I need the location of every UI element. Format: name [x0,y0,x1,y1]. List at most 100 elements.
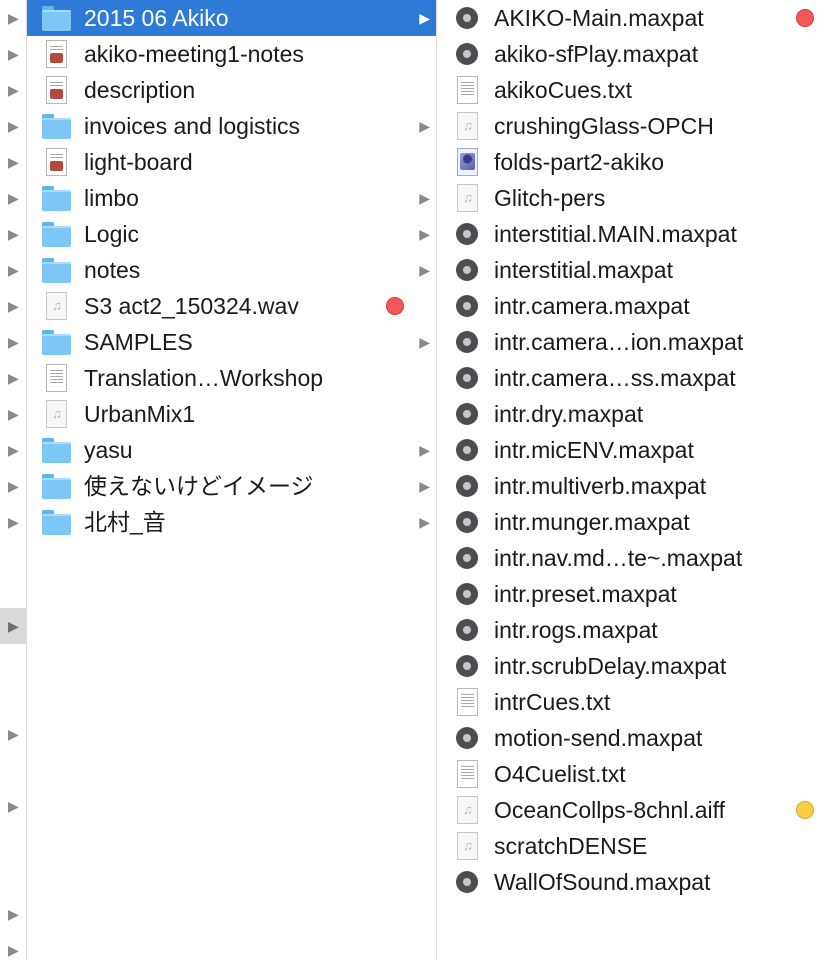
file-row[interactable]: WallOfSound.maxpat [437,864,832,900]
folder-row[interactable]: limbo ▶ [27,180,436,216]
file-row[interactable]: Translation…Workshop [27,360,436,396]
disclosure-arrow-icon[interactable]: ▶ [8,252,19,288]
file-row[interactable]: ♫ UrbanMix1 [27,396,436,432]
disclosure-arrow-icon[interactable]: ▶ [8,608,19,644]
item-name: 北村_音 [84,509,166,535]
item-name: interstitial.MAIN.maxpat [494,221,737,247]
file-row[interactable]: akiko-meeting1-notes [27,36,436,72]
file-row[interactable]: light-board [27,144,436,180]
file-row[interactable]: O4Cuelist.txt [437,756,832,792]
disclosure-arrow-icon[interactable]: ▶ [419,432,430,468]
file-row[interactable]: intr.dry.maxpat [437,396,832,432]
file-row[interactable]: intr.camera.maxpat [437,288,832,324]
file-row[interactable]: akiko-sfPlay.maxpat [437,36,832,72]
file-row[interactable]: AKIKO-Main.maxpat [437,0,832,36]
disclosure-arrow-icon[interactable]: ▶ [8,716,19,752]
folder-row[interactable]: yasu ▶ [27,432,436,468]
max-patch-icon [452,399,482,429]
file-row[interactable]: intr.preset.maxpat [437,576,832,612]
disclosure-arrow-icon[interactable]: ▶ [419,468,430,504]
folder-row[interactable]: 2015 06 Akiko ▶ [27,0,436,36]
disclosure-arrow-icon[interactable]: ▶ [8,932,19,968]
text-document-icon [452,759,482,789]
file-row[interactable]: ♫ S3 act2_150324.wav [27,288,436,324]
folder-column: 2015 06 Akiko ▶ akiko-meeting1-notes descri… [27,0,437,960]
disclosure-arrow-icon[interactable]: ▶ [419,504,430,540]
item-name: AKIKO-Main.maxpat [494,5,704,31]
folder-icon [41,255,71,285]
max-patch-icon [452,615,482,645]
disclosure-arrow-icon[interactable]: ▶ [8,788,19,824]
item-name: SAMPLES [84,329,193,355]
disclosure-arrow-icon[interactable]: ▶ [8,36,19,72]
item-name: crushingGlass-OPCH [494,113,714,139]
disclosure-arrow-icon[interactable]: ▶ [8,0,19,36]
folder-icon [41,327,71,357]
file-row[interactable]: motion-send.maxpat [437,720,832,756]
disclosure-arrow-icon[interactable]: ▶ [8,72,19,108]
disclosure-arrow-icon[interactable]: ▶ [8,896,19,932]
disclosure-arrow-icon[interactable]: ▶ [419,252,430,288]
file-row[interactable]: intr.rogs.maxpat [437,612,832,648]
item-name: akiko-sfPlay.maxpat [494,41,699,67]
file-row[interactable]: ♫ scratchDENSE [437,828,832,864]
file-row[interactable]: ♫ OceanCollps-8chnl.aiff [437,792,832,828]
audio-file-icon: ♫ [452,831,482,861]
disclosure-arrow-icon[interactable]: ▶ [8,396,19,432]
file-row[interactable]: intr.camera…ss.maxpat [437,360,832,396]
item-name: intr.multiverb.maxpat [494,473,707,499]
item-name: light-board [84,149,193,175]
folder-row[interactable]: SAMPLES ▶ [27,324,436,360]
disclosure-arrow-icon[interactable]: ▶ [419,324,430,360]
folder-row[interactable]: invoices and logistics ▶ [27,108,436,144]
item-name: scratchDENSE [494,833,648,859]
disclosure-arrow-icon[interactable]: ▶ [8,216,19,252]
audio-file-icon: ♫ [41,399,71,429]
item-name: motion-send.maxpat [494,725,703,751]
disclosure-arrow-icon[interactable]: ▶ [8,324,19,360]
file-row[interactable]: description [27,72,436,108]
disclosure-arrow-icon[interactable]: ▶ [8,360,19,396]
file-row[interactable]: intr.multiverb.maxpat [437,468,832,504]
file-row[interactable]: ♫ crushingGlass-OPCH [437,108,832,144]
item-name: limbo [84,185,139,211]
folder-icon [41,3,71,33]
file-row[interactable]: intr.camera…ion.maxpat [437,324,832,360]
max-patch-icon [452,651,482,681]
file-row[interactable]: interstitial.MAIN.maxpat [437,216,832,252]
disclosure-arrow-icon[interactable]: ▶ [8,144,19,180]
item-name: akikoCues.txt [494,77,633,103]
file-row[interactable]: intr.nav.md…te~.maxpat [437,540,832,576]
max-patch-icon [452,543,482,573]
item-name: intr.scrubDelay.maxpat [494,653,727,679]
file-row[interactable]: intr.munger.maxpat [437,504,832,540]
disclosure-arrow-icon[interactable]: ▶ [419,216,430,252]
disclosure-arrow-icon[interactable]: ▶ [419,180,430,216]
max-patch-icon [452,867,482,897]
folder-icon [41,471,71,501]
disclosure-arrow-icon[interactable]: ▶ [8,108,19,144]
file-row[interactable]: intrCues.txt [437,684,832,720]
folder-row[interactable]: notes ▶ [27,252,436,288]
max-patch-icon [452,435,482,465]
file-row[interactable]: intr.scrubDelay.maxpat [437,648,832,684]
file-row[interactable]: folds-part2-akiko [437,144,832,180]
folder-row[interactable]: Logic ▶ [27,216,436,252]
folder-icon [41,219,71,249]
disclosure-arrow-icon[interactable]: ▶ [8,504,19,540]
folder-row[interactable]: 使えないけどイメージ ▶ [27,468,436,504]
disclosure-arrow-icon[interactable]: ▶ [8,180,19,216]
disclosure-arrow-icon[interactable]: ▶ [419,0,430,36]
file-row[interactable]: interstitial.maxpat [437,252,832,288]
file-row[interactable]: akikoCues.txt [437,72,832,108]
audio-file-icon: ♫ [452,111,482,141]
folder-row[interactable]: 北村_音 ▶ [27,504,436,540]
disclosure-arrow-icon[interactable]: ▶ [8,432,19,468]
disclosure-arrow-icon[interactable]: ▶ [8,468,19,504]
disclosure-arrow-icon[interactable]: ▶ [8,288,19,324]
audio-file-icon: ♫ [41,291,71,321]
file-row[interactable]: intr.micENV.maxpat [437,432,832,468]
file-row[interactable]: ♫ Glitch-pers [437,180,832,216]
disclosure-arrow-icon[interactable]: ▶ [419,108,430,144]
max-patch-icon [452,255,482,285]
